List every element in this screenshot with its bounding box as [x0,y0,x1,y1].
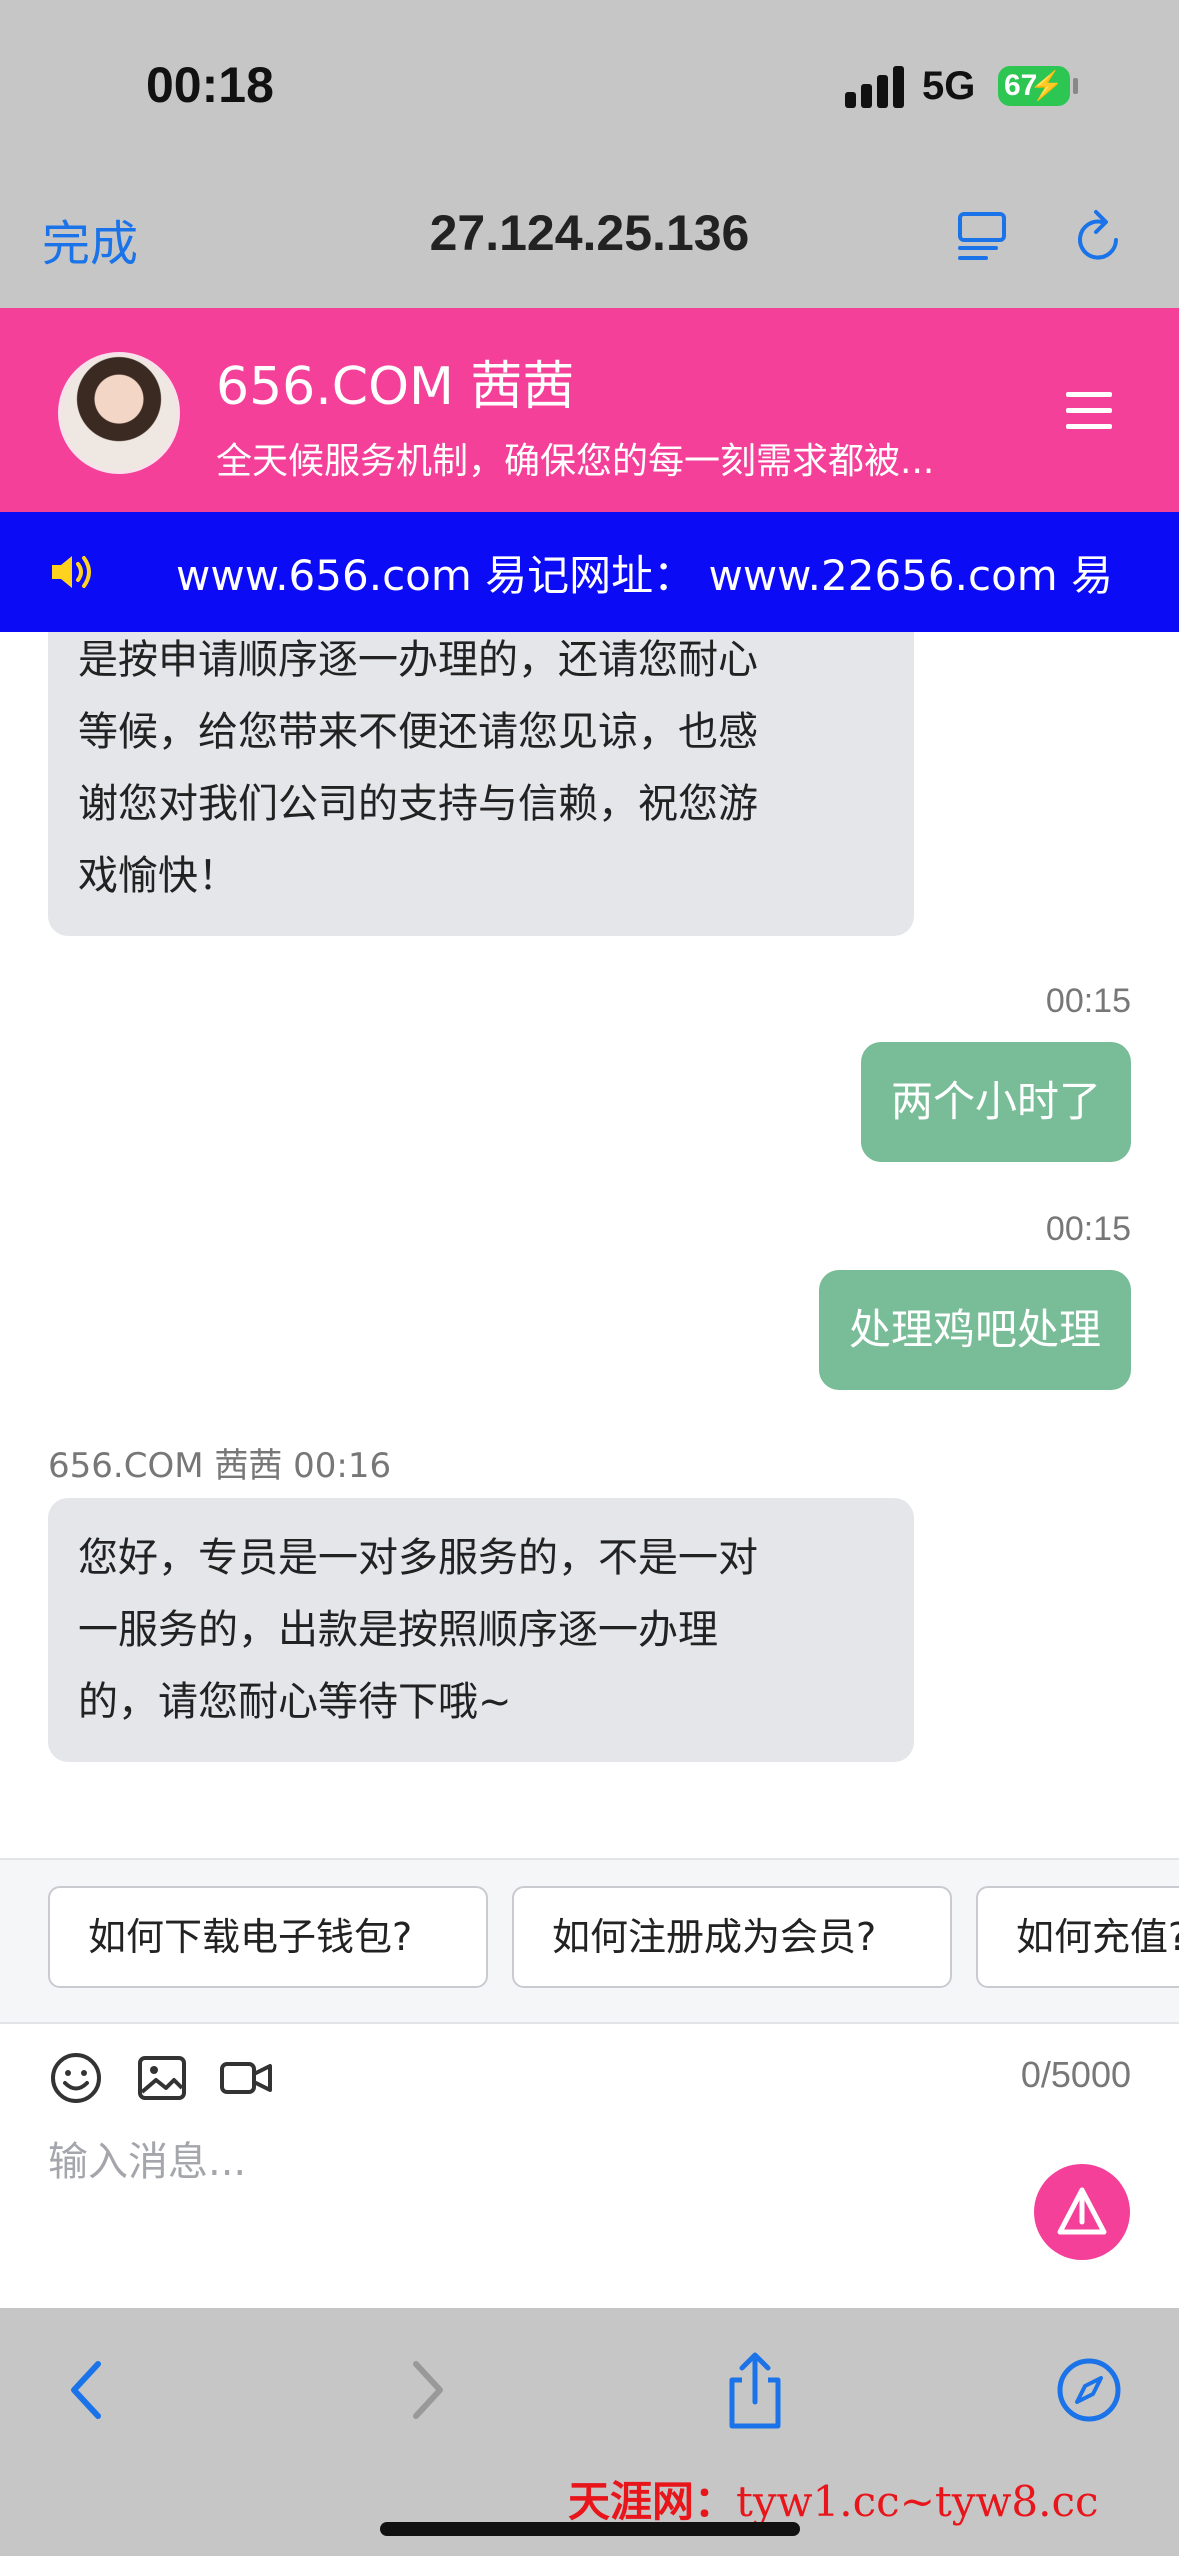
image-icon[interactable] [134,2050,190,2106]
back-icon[interactable] [52,2350,122,2430]
watermark-url: tyw1.cc~tyw8.cc [736,2477,1099,2526]
message-line: 是按申请顺序逐一办理的，还请您耐心 [78,637,758,683]
message-line: 谢您对我们公司的支持与信赖，祝您游 [78,781,758,827]
reader-icon[interactable] [954,208,1010,264]
emoji-icon[interactable] [48,2050,104,2106]
status-time: 00:18 [146,57,274,113]
message-line: 您好，专员是一对多服务的，不是一对 [78,1535,758,1581]
incoming-message: 您好，专员是一对多服务的，不是一对 一服务的，出款是按照顺序逐一办理 的，请您耐… [48,1498,914,1762]
message-line: 等候，给您带来不便还请您见谅，也感 [78,709,758,755]
charging-icon: ⚡ [1029,70,1064,101]
message-time: 00:15 [1045,1210,1131,1248]
network-type: 5G [922,64,976,108]
message-line: 的，请您耐心等待下哦~ [78,1679,512,1725]
status-bar: 00:18 5G 67 ⚡ [0,0,1179,170]
browser-address-bar: 27.124.25.136 完成 [0,170,1179,308]
message-input[interactable] [46,2126,946,2198]
reload-icon[interactable] [1072,206,1128,266]
menu-icon[interactable] [1066,392,1112,430]
send-button[interactable] [1034,2164,1130,2260]
battery-cap [1073,78,1078,94]
quick-reply-button[interactable]: 如何充值? [976,1886,1179,1988]
share-icon[interactable] [720,2350,790,2430]
agent-name: 656.COM 茜茜 [216,357,575,417]
forward-icon[interactable] [392,2350,462,2430]
send-icon [1057,2187,1107,2235]
message-list[interactable]: 是按申请顺序逐一办理的，还请您耐心 等候，给您带来不便还请您见谅，也感 谢您对我… [0,632,1179,1858]
watermark: 天涯网：tyw1.cc~tyw8.cc [568,2468,1099,2529]
quick-reply-button[interactable]: 如何注册成为会员? [512,1886,952,1988]
agent-description: 全天候服务机制，确保您的每一刻需求都被... [216,441,935,482]
browser-toolbar: 天涯网：tyw1.cc~tyw8.cc [0,2308,1179,2556]
quick-reply-bar: 如何下载电子钱包? 如何注册成为会员? 如何充值? [0,1858,1179,2024]
home-indicator [380,2522,800,2536]
marquee-text: www.656.com 易记网址： www.22656.com 易 [176,551,1114,600]
speaker-icon [52,556,91,588]
character-counter: 0/5000 [1020,2054,1131,2095]
chat-header: 656.COM 茜茜 全天候服务机制，确保您的每一刻需求都被... [0,308,1179,512]
announcement-marquee: www.656.com 易记网址： www.22656.com 易 [0,512,1179,632]
message-composer: 0/5000 [0,2024,1179,2308]
compass-icon[interactable] [1054,2350,1124,2430]
done-button[interactable]: 完成 [42,204,138,274]
watermark-label: 天涯网： [568,2477,737,2526]
signal-icon [845,64,905,108]
sender-line: 656.COM 茜茜 00:16 [48,1446,392,1486]
battery-icon: 67 ⚡ [998,66,1070,106]
video-icon[interactable] [218,2050,274,2106]
message-line: 一服务的，出款是按照顺序逐一办理 [78,1607,718,1653]
incoming-message: 是按申请顺序逐一办理的，还请您耐心 等候，给您带来不便还请您见谅，也感 谢您对我… [48,632,914,936]
message-line: 戏愉快！ [78,853,238,899]
quick-reply-button[interactable]: 如何下载电子钱包? [48,1886,488,1988]
agent-avatar [58,352,180,474]
outgoing-message: 两个小时了 [860,1042,1131,1162]
outgoing-message: 处理鸡吧处理 [818,1270,1131,1390]
message-time: 00:15 [1045,982,1131,1020]
